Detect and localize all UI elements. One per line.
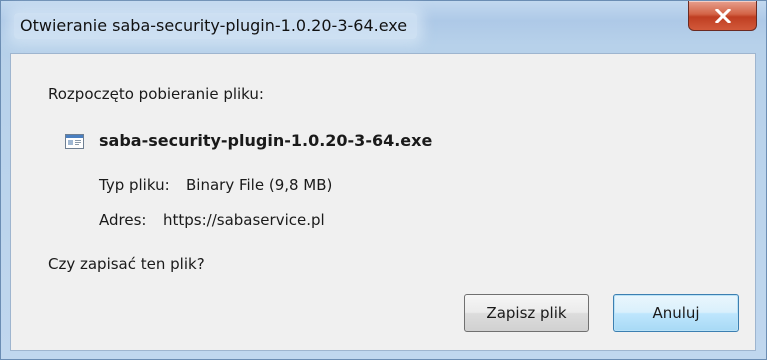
close-icon xyxy=(714,8,731,23)
dialog-content: Rozpoczęto pobieranie pliku: saba-securi… xyxy=(10,53,756,351)
file-type-label: Typ pliku: xyxy=(99,176,170,194)
file-type-value: Binary File (9,8 MB) xyxy=(186,176,333,194)
close-button[interactable] xyxy=(688,1,757,31)
title-bar[interactable]: Otwieranie saba-security-plugin-1.0.20-3… xyxy=(1,1,766,53)
cancel-button[interactable]: Anuluj xyxy=(613,294,739,332)
save-file-button[interactable]: Zapisz plik xyxy=(464,294,589,332)
address-label: Adres: xyxy=(99,211,147,229)
download-started-label: Rozpoczęto pobieranie pliku: xyxy=(48,85,264,103)
window-title: Otwieranie saba-security-plugin-1.0.20-3… xyxy=(14,13,418,39)
save-question: Czy zapisać ten plik? xyxy=(48,255,205,273)
file-name: saba-security-plugin-1.0.20-3-64.exe xyxy=(99,131,433,150)
address-value: https://sabaservice.pl xyxy=(163,211,325,229)
executable-file-icon xyxy=(65,134,84,149)
dialog-window: Otwieranie saba-security-plugin-1.0.20-3… xyxy=(0,0,767,360)
